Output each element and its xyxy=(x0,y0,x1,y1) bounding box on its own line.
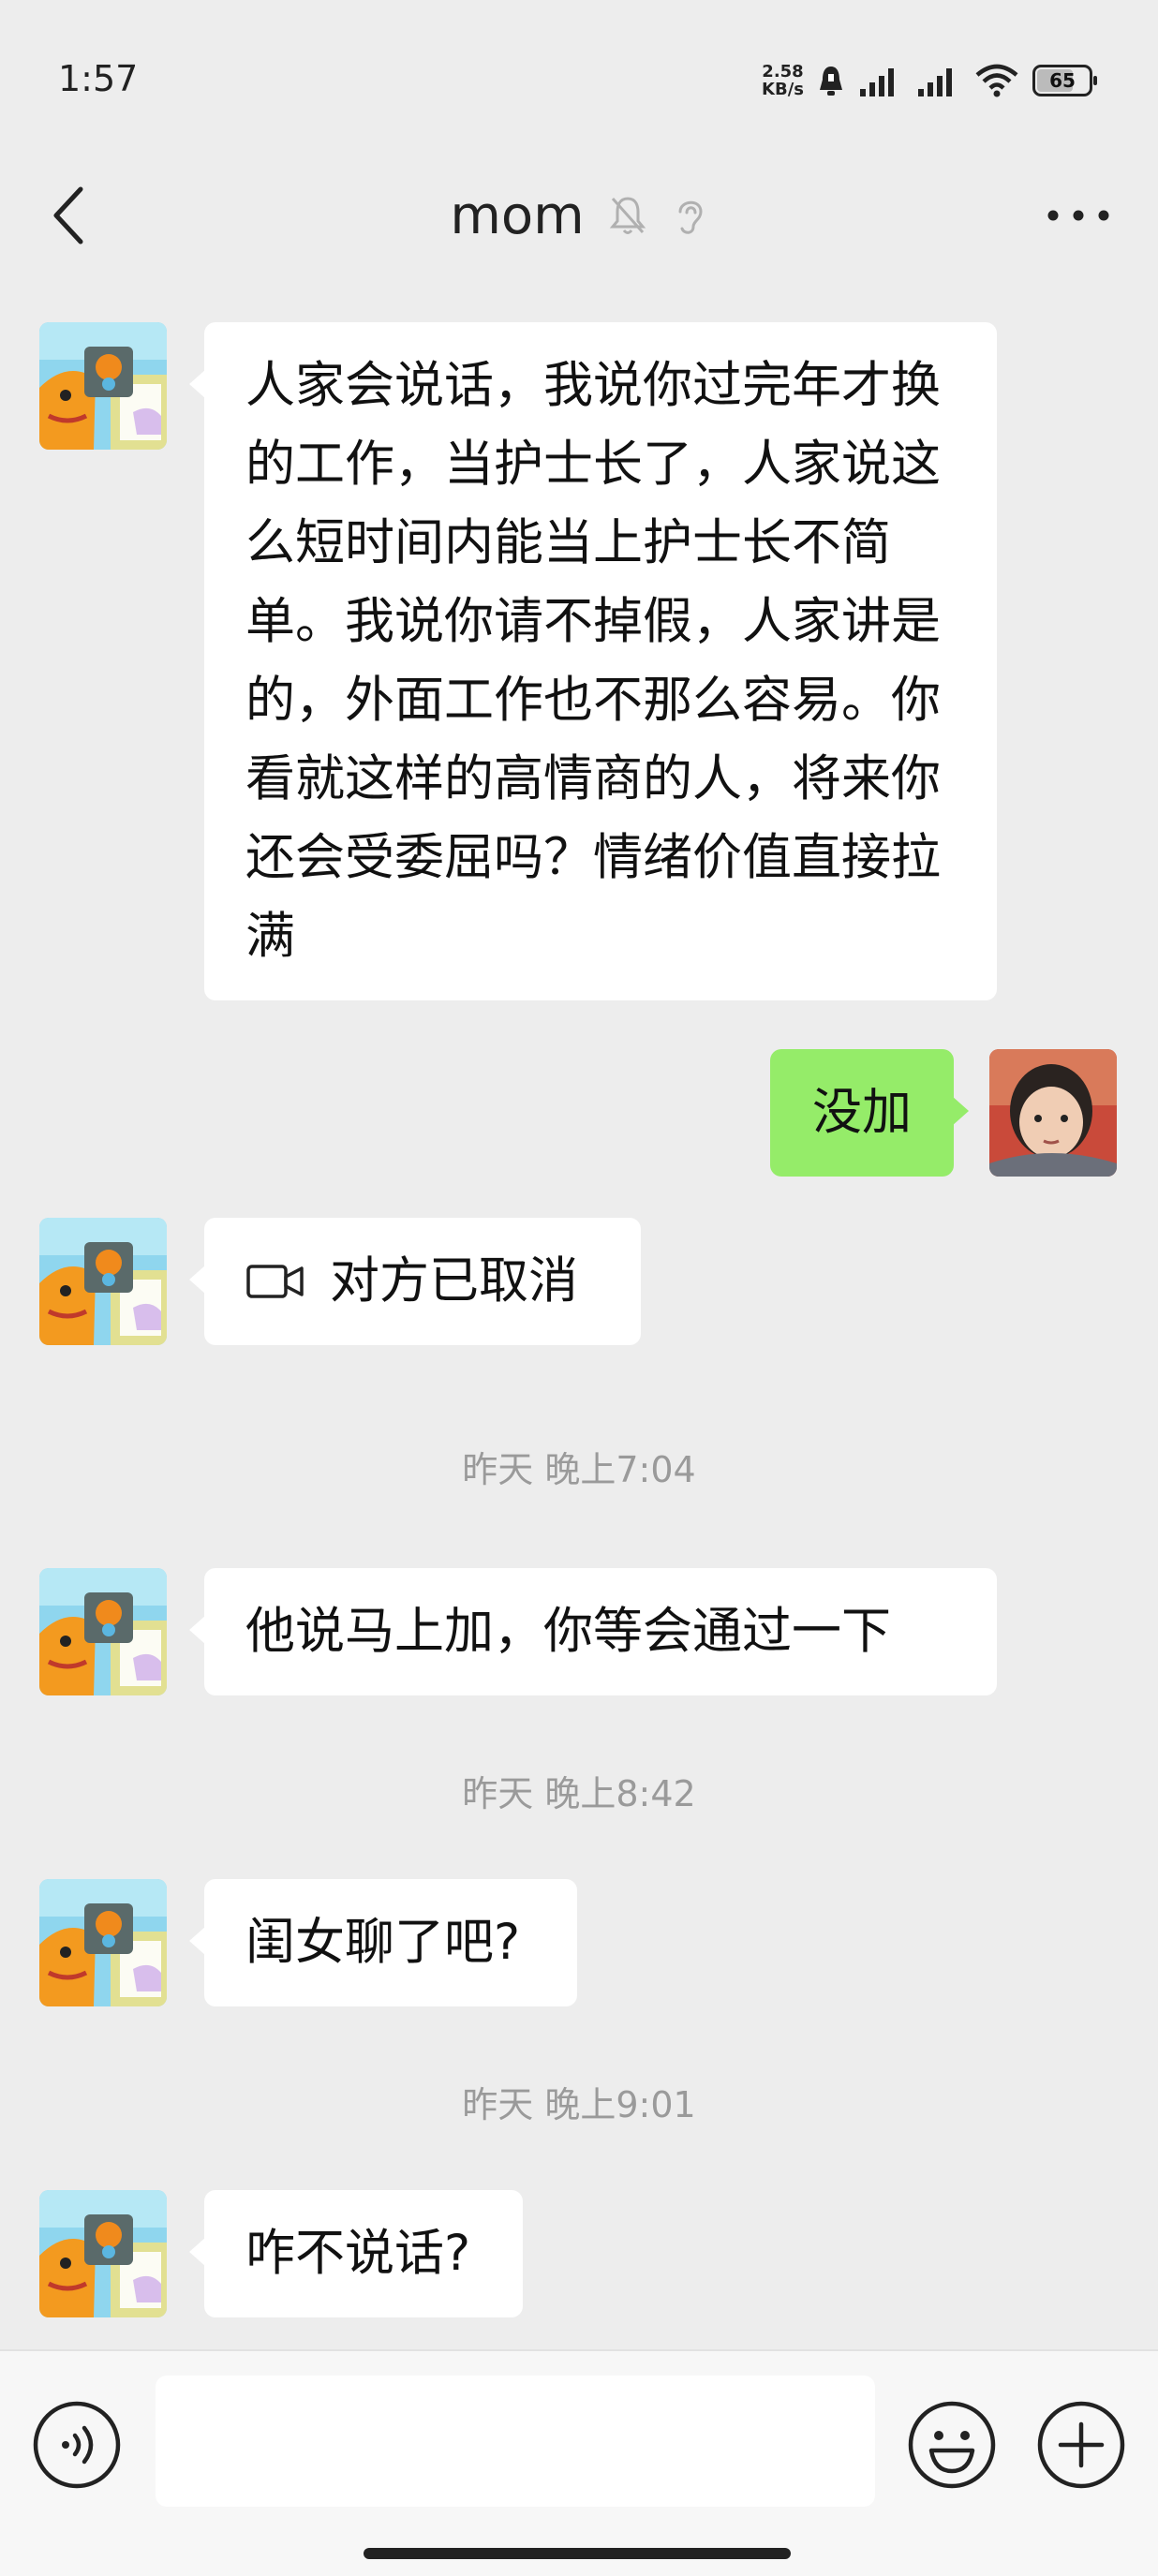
signal-icon xyxy=(918,68,952,96)
message-bubble[interactable]: 人家会说话，我说你过完年才换的工作，当护士长了，人家说这么短时间内能当上护士长不… xyxy=(189,322,997,1000)
message-input[interactable] xyxy=(156,2376,875,2507)
chat-header: mom xyxy=(0,159,1158,272)
emoji-icon[interactable] xyxy=(907,2400,997,2490)
avatar-image xyxy=(39,322,167,450)
status-icons: 2.58 KB/s 65 xyxy=(762,62,1097,99)
more-dots-icon[interactable] xyxy=(1036,187,1121,244)
network-speed: 2.58 KB/s xyxy=(762,62,804,99)
avatar[interactable] xyxy=(39,1879,167,2006)
message-text: 没加 xyxy=(812,1084,912,1141)
status-time: 1:57 xyxy=(58,58,139,99)
page-title: mom xyxy=(450,185,585,246)
avatar-self[interactable] xyxy=(989,1049,1117,1177)
avatar-image xyxy=(39,1218,167,1345)
avatar-image xyxy=(989,1049,1117,1177)
input-bar xyxy=(0,2349,1158,2576)
call-record-bubble[interactable]: 对方已取消 xyxy=(189,1218,641,1345)
message-list[interactable]: 人家会说话，我说你过完年才换的工作，当护士长了，人家说这么短时间内能当上护士长不… xyxy=(0,272,1158,2351)
avatar[interactable] xyxy=(39,1568,167,1695)
video-camera-icon xyxy=(246,1265,304,1298)
voice-icon[interactable] xyxy=(32,2400,122,2490)
message-bubble-self[interactable]: 没加 xyxy=(770,1049,969,1177)
alarm-icon xyxy=(820,67,842,96)
avatar-image xyxy=(39,1879,167,2006)
message-bubble[interactable]: 他说马上加，你等会通过一下 xyxy=(189,1568,997,1695)
message-bubble[interactable]: 闺女聊了吧? xyxy=(189,1879,577,2006)
signal-icon xyxy=(860,68,894,96)
avatar-image xyxy=(39,1568,167,1695)
ear-icon xyxy=(678,200,703,234)
battery-indicator: 65 xyxy=(1032,65,1097,96)
avatar[interactable] xyxy=(39,1218,167,1345)
message-bubble[interactable]: 咋不说话? xyxy=(189,2190,523,2317)
timestamp: 昨天 晚上7:04 xyxy=(462,1449,696,1490)
home-indicator[interactable] xyxy=(364,2548,791,2559)
message-text: 人家会说话，我说你过完年才换的工作，当护士长了，人家说这么短时间内能当上护士长不… xyxy=(245,357,941,965)
message-text: 他说马上加，你等会通过一下 xyxy=(245,1603,891,1660)
timestamp: 昨天 晚上8:42 xyxy=(462,1773,696,1814)
timestamp: 昨天 晚上9:01 xyxy=(462,2084,696,2125)
status-bar: 1:57 2.58 KB/s 65 xyxy=(0,0,1158,159)
bell-off-icon xyxy=(609,197,646,234)
avatar[interactable] xyxy=(39,2190,167,2317)
avatar[interactable] xyxy=(39,322,167,450)
plus-circle-icon[interactable] xyxy=(1036,2400,1126,2490)
message-text: 对方已取消 xyxy=(330,1252,578,1310)
wifi-icon xyxy=(975,64,1018,97)
title-area: mom xyxy=(0,178,1158,253)
message-text: 咋不说话? xyxy=(245,2225,471,2282)
message-text: 闺女聊了吧? xyxy=(245,1914,521,1971)
avatar-image xyxy=(39,2190,167,2317)
